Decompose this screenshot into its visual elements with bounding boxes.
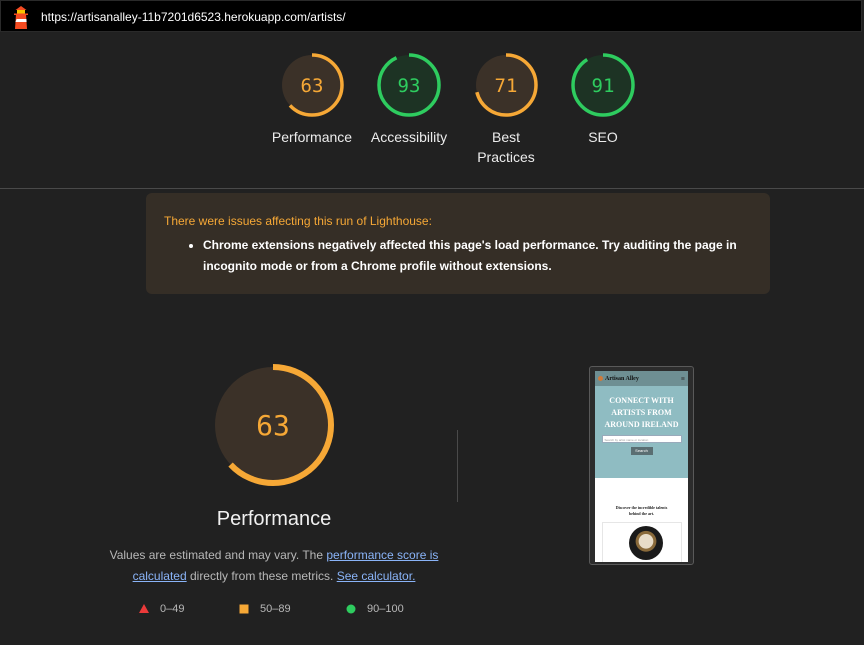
screenshot-discover-text: Discover the incredible talents behind t…	[615, 505, 668, 516]
vertical-divider	[457, 430, 458, 502]
performance-gauge[interactable]: 63	[209, 361, 337, 489]
gauge-score: 71	[495, 75, 518, 97]
gauge-score: 63	[301, 75, 324, 97]
gauge-label: Performance	[271, 129, 353, 145]
header-divider	[0, 188, 864, 189]
screenshot-navbar: Artisan Alley ≡	[595, 371, 688, 386]
gauge-performance[interactable]: 63 Performance	[262, 52, 362, 147]
warning-title: There were issues affecting this run of …	[164, 214, 432, 228]
circle-icon	[346, 604, 356, 614]
gauge-ring: 63	[280, 53, 344, 117]
lighthouse-logo-icon	[14, 6, 28, 29]
performance-description: Values are estimated and may vary. The p…	[98, 545, 450, 587]
page-url: https://artisanalley-11b7201d6523.heroku…	[41, 10, 346, 24]
performance-title: Performance	[216, 508, 332, 530]
gauge-label: Best Practices	[477, 129, 535, 165]
screenshot-screen: Artisan Alley ≡ CONNECT WITH ARTISTS FRO…	[595, 371, 688, 562]
screenshot-brand: Artisan Alley	[605, 375, 639, 382]
square-icon	[239, 604, 249, 614]
desc-prefix: Values are estimated and may vary. The	[109, 548, 327, 562]
legend-range: 90–100	[367, 603, 404, 615]
gauge-ring: 71	[474, 53, 538, 117]
screenshot-artist-avatar	[628, 526, 663, 560]
warning-item: Chrome extensions negatively affected th…	[203, 235, 752, 277]
hamburger-menu-icon: ≡	[681, 375, 685, 383]
triangle-icon	[139, 604, 149, 613]
gauge-score: 93	[398, 75, 421, 97]
screenshot-hero-text: CONNECT WITH ARTISTS FROM AROUND IRELAND	[604, 396, 679, 429]
legend-item: 90–100	[345, 603, 404, 615]
category-gauges: 63 Performance 93 Accessibility 71 Best Pract…	[0, 52, 864, 172]
gauge-accessibility[interactable]: 93 Accessibility	[359, 52, 459, 147]
lighthouse-warning-box: There were issues affecting this run of …	[146, 193, 770, 294]
see-calculator-link[interactable]: See calculator.	[337, 569, 416, 583]
warning-list: Chrome extensions negatively affected th…	[164, 235, 752, 277]
screenshot-search-input: Search by artist name or location	[601, 435, 682, 443]
legend-item: 0–49	[138, 603, 184, 615]
screenshot-hero: CONNECT WITH ARTISTS FROM AROUND IRELAND…	[595, 386, 688, 478]
gauge-ring: 93	[377, 53, 441, 117]
desc-middle: directly from these metrics.	[186, 569, 337, 583]
score-legend: 0–49 50–89 90–100	[0, 603, 864, 619]
screenshot-search-button: Search	[630, 447, 653, 455]
gauge-label: Accessibility	[370, 129, 448, 145]
gauge-score: 91	[592, 75, 615, 97]
screenshot-artist-card	[601, 522, 682, 562]
legend-range: 50–89	[260, 603, 291, 615]
gauge-best-practices[interactable]: 71 Best Practices	[456, 52, 556, 167]
gauge-label: SEO	[588, 129, 618, 145]
performance-gauge-score: 63	[256, 409, 290, 442]
gauge-seo[interactable]: 91 SEO	[553, 52, 653, 147]
legend-item: 50–89	[238, 603, 291, 615]
brand-logo-icon	[598, 376, 603, 381]
legend-range: 0–49	[160, 603, 185, 615]
final-screenshot[interactable]: Artisan Alley ≡ CONNECT WITH ARTISTS FRO…	[589, 366, 694, 565]
gauge-ring: 91	[571, 53, 635, 117]
url-bar: https://artisanalley-11b7201d6523.heroku…	[0, 0, 862, 32]
